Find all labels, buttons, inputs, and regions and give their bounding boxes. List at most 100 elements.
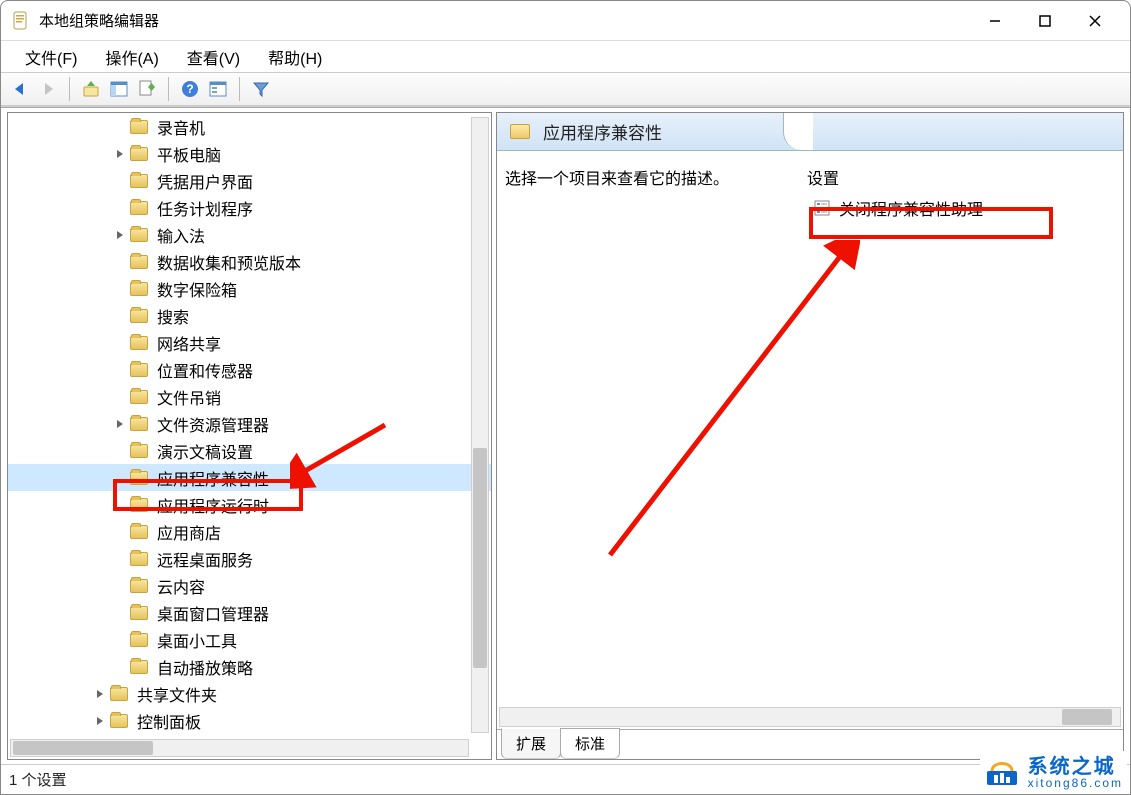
minimize-button[interactable]: [970, 6, 1020, 36]
menu-action[interactable]: 操作(A): [91, 41, 172, 73]
app-icon: [11, 11, 29, 31]
status-text: 1 个设置: [9, 769, 67, 790]
expand-icon[interactable]: [113, 417, 127, 431]
tree-item-label: 数据收集和预览版本: [157, 250, 301, 274]
tree-item[interactable]: 应用商店: [8, 518, 491, 545]
tree-item-label: 数字保险箱: [157, 277, 237, 301]
tree-view[interactable]: 录音机平板电脑凭据用户界面任务计划程序输入法数据收集和预览版本数字保险箱搜索网络…: [8, 113, 491, 737]
description-text: 选择一个项目来查看它的描述。: [505, 165, 729, 189]
tree-item[interactable]: 共享文件夹: [8, 680, 491, 707]
menu-file[interactable]: 文件(F): [11, 41, 91, 73]
tree-item[interactable]: 应用程序运行时: [8, 491, 491, 518]
tree-item-label: 共享文件夹: [137, 682, 217, 706]
tree-item-label: 平板电脑: [157, 142, 221, 166]
close-button[interactable]: [1070, 6, 1120, 36]
tree-item[interactable]: 桌面小工具: [8, 626, 491, 653]
folder-icon: [509, 122, 531, 142]
tree-item[interactable]: 桌面窗口管理器: [8, 599, 491, 626]
folder-icon: [129, 145, 149, 163]
tree-item[interactable]: 录音机: [8, 113, 491, 140]
tree-item[interactable]: 自动播放策略: [8, 653, 491, 680]
tree-item[interactable]: 控制面板: [8, 707, 491, 734]
menubar: 文件(F) 操作(A) 查看(V) 帮助(H): [1, 41, 1130, 73]
folder-icon: [129, 496, 149, 514]
column-header-setting[interactable]: 设置: [807, 165, 839, 189]
scrollbar-thumb[interactable]: [13, 741, 153, 755]
window-title: 本地组策略编辑器: [39, 10, 159, 31]
tree-item[interactable]: 任务计划程序: [8, 194, 491, 221]
folder-icon: [129, 577, 149, 595]
back-button[interactable]: [7, 76, 33, 102]
tree-item-label: 桌面小工具: [157, 628, 237, 652]
watermark-url: xitong86.com: [1028, 777, 1123, 789]
show-hide-tree-button[interactable]: [106, 76, 132, 102]
folder-icon: [129, 172, 149, 190]
tree-item[interactable]: 云内容: [8, 572, 491, 599]
tree-item-label: 任务计划程序: [157, 196, 253, 220]
maximize-button[interactable]: [1020, 6, 1070, 36]
tree-item-label: 应用程序兼容性: [157, 466, 269, 490]
details-horizontal-scrollbar[interactable]: [499, 707, 1121, 727]
toolbar: ?: [1, 73, 1130, 107]
folder-icon: [129, 469, 149, 487]
properties-button[interactable]: [205, 76, 231, 102]
tab-standard[interactable]: 标准: [560, 728, 620, 759]
tree-item-label: 远程桌面服务: [157, 547, 253, 571]
export-button[interactable]: [134, 76, 160, 102]
expand-icon[interactable]: [113, 228, 127, 242]
tree-item[interactable]: 输入法: [8, 221, 491, 248]
tree-item-label: 应用程序运行时: [157, 493, 269, 517]
tree-item-label: 输入法: [157, 223, 205, 247]
folder-icon: [129, 523, 149, 541]
tree-item[interactable]: 平板电脑: [8, 140, 491, 167]
folder-icon: [129, 199, 149, 217]
horizontal-scrollbar[interactable]: [10, 739, 469, 757]
tree-item[interactable]: 数据收集和预览版本: [8, 248, 491, 275]
up-button[interactable]: [78, 76, 104, 102]
expand-icon[interactable]: [93, 687, 107, 701]
scrollbar-thumb[interactable]: [473, 448, 487, 668]
tree-item[interactable]: 文件吊销: [8, 383, 491, 410]
folder-icon: [109, 712, 129, 730]
tree-item[interactable]: 网络共享: [8, 329, 491, 356]
policy-setting-item[interactable]: 关闭程序兼容性助理: [807, 195, 989, 221]
tree-item[interactable]: 搜索: [8, 302, 491, 329]
tree-item[interactable]: 应用程序兼容性: [8, 464, 491, 491]
folder-icon: [129, 253, 149, 271]
menu-view[interactable]: 查看(V): [173, 41, 254, 73]
policy-icon: [813, 199, 831, 217]
folder-icon: [129, 442, 149, 460]
tree-item[interactable]: 数字保险箱: [8, 275, 491, 302]
tree-item[interactable]: 演示文稿设置: [8, 437, 491, 464]
folder-icon: [129, 226, 149, 244]
folder-icon: [129, 550, 149, 568]
folder-icon: [129, 307, 149, 325]
tree-item[interactable]: 位置和传感器: [8, 356, 491, 383]
vertical-scrollbar[interactable]: [471, 117, 489, 733]
policy-setting-label: 关闭程序兼容性助理: [839, 196, 983, 220]
details-header: 应用程序兼容性: [497, 113, 1123, 151]
expand-icon[interactable]: [93, 714, 107, 728]
details-title: 应用程序兼容性: [543, 119, 662, 144]
scrollbar-thumb[interactable]: [1062, 709, 1112, 725]
status-bar: 1 个设置: [1, 764, 1130, 794]
tree-item-label: 位置和传感器: [157, 358, 253, 382]
tab-extended[interactable]: 扩展: [501, 728, 561, 759]
expand-icon[interactable]: [113, 147, 127, 161]
tree-item-label: 录音机: [157, 115, 205, 139]
tree-item-label: 网络共享: [157, 331, 221, 355]
folder-icon: [109, 685, 129, 703]
tree-item[interactable]: 远程桌面服务: [8, 545, 491, 572]
forward-button[interactable]: [35, 76, 61, 102]
tree-item-label: 应用商店: [157, 520, 221, 544]
folder-icon: [129, 280, 149, 298]
folder-icon: [129, 658, 149, 676]
menu-help[interactable]: 帮助(H): [254, 41, 336, 73]
tree-item[interactable]: 文件资源管理器: [8, 410, 491, 437]
folder-icon: [129, 388, 149, 406]
help-button[interactable]: ?: [177, 76, 203, 102]
folder-icon: [129, 415, 149, 433]
watermark-title: 系统之城: [1028, 757, 1123, 777]
tree-item[interactable]: 凭据用户界面: [8, 167, 491, 194]
filter-button[interactable]: [248, 76, 274, 102]
